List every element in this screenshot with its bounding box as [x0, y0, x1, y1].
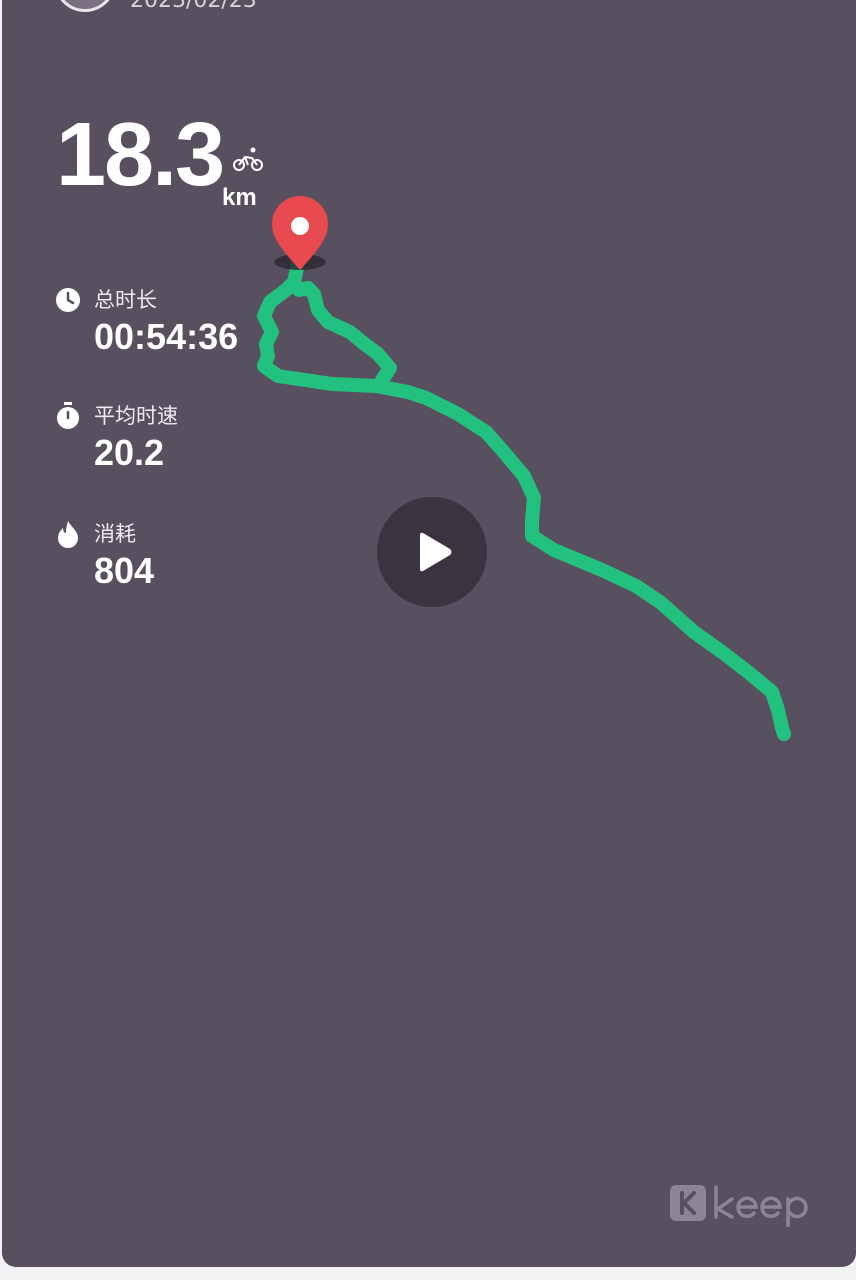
stat-value: 804	[94, 550, 155, 591]
clock-icon	[56, 288, 80, 312]
flame-icon	[58, 521, 78, 548]
stat-label: 平均时速	[94, 404, 178, 428]
play-icon	[420, 532, 452, 572]
stopwatch-icon	[57, 402, 79, 429]
play-button[interactable]	[377, 497, 487, 607]
keep-logo	[670, 1185, 808, 1227]
activity-card: 2023/02/23 18.3 km 总时长 00:54:36 平均时速 20.…	[2, 0, 856, 1267]
stat-value: 00:54:36	[94, 316, 239, 357]
stat-label: 消耗	[94, 522, 136, 546]
stat-label: 总时长	[94, 288, 157, 312]
route-line	[257, 251, 791, 741]
stat-value: 20.2	[94, 432, 165, 473]
